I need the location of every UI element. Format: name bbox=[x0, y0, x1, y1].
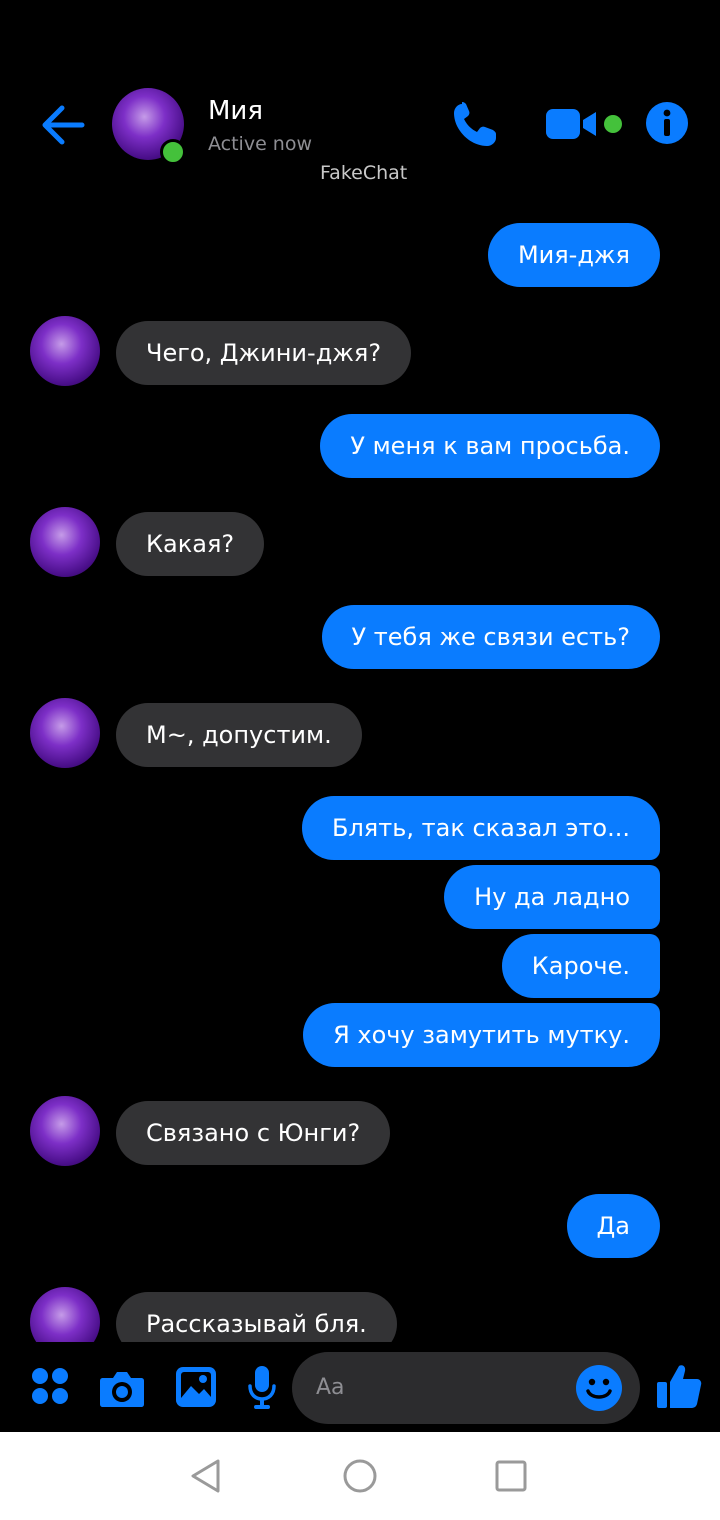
microphone-icon[interactable] bbox=[246, 1364, 278, 1410]
message-input[interactable]: Aa bbox=[292, 1352, 640, 1424]
message-outgoing[interactable]: Блять, так сказал это... bbox=[302, 796, 660, 860]
message-outgoing[interactable]: Я хочу замутить мутку. bbox=[303, 1003, 660, 1067]
message-incoming[interactable]: Рассказывай бля. bbox=[116, 1292, 397, 1342]
message-outgoing[interactable]: Да bbox=[566, 1194, 660, 1258]
message-input-placeholder: Aa bbox=[316, 1375, 345, 1400]
watermark-text: FakeChat bbox=[320, 162, 408, 184]
thumbs-up-icon[interactable] bbox=[655, 1362, 703, 1410]
message-outgoing[interactable]: Ну да ладно bbox=[444, 865, 660, 929]
camera-icon[interactable] bbox=[99, 1368, 145, 1408]
nav-home-icon[interactable] bbox=[342, 1458, 378, 1494]
message-outgoing[interactable]: У меня к вам просьба. bbox=[320, 414, 660, 478]
sender-avatar bbox=[30, 316, 100, 386]
message-incoming[interactable]: М~, допустим. bbox=[116, 703, 362, 767]
video-active-dot bbox=[604, 115, 622, 133]
apps-icon[interactable] bbox=[30, 1366, 70, 1406]
message-list[interactable]: Мия-джя Чего, Джини-джя? У меня к вам пр… bbox=[0, 200, 720, 1342]
message-composer: Aa bbox=[0, 1342, 720, 1432]
phone-icon[interactable] bbox=[450, 100, 500, 150]
chat-header: Мия Active now FakeChat bbox=[0, 0, 720, 200]
sender-avatar bbox=[30, 507, 100, 577]
sender-avatar bbox=[30, 1287, 100, 1342]
contact-name[interactable]: Мия bbox=[208, 96, 263, 126]
message-outgoing[interactable]: Мия-джя bbox=[487, 223, 660, 287]
message-outgoing[interactable]: Кароче. bbox=[501, 934, 660, 998]
message-incoming[interactable]: Связано с Юнги? bbox=[116, 1101, 391, 1165]
back-arrow-icon[interactable] bbox=[38, 102, 88, 148]
sender-avatar bbox=[30, 1096, 100, 1166]
info-icon[interactable] bbox=[645, 101, 689, 145]
nav-recents-icon[interactable] bbox=[495, 1460, 527, 1492]
gallery-icon[interactable] bbox=[175, 1366, 217, 1408]
sender-avatar bbox=[30, 698, 100, 768]
online-indicator bbox=[160, 139, 186, 165]
message-outgoing[interactable]: У тебя же связи есть? bbox=[321, 605, 660, 669]
system-navigation-bar bbox=[0, 1432, 720, 1520]
emoji-icon[interactable] bbox=[575, 1364, 623, 1412]
nav-back-icon[interactable] bbox=[188, 1458, 224, 1494]
message-incoming[interactable]: Какая? bbox=[116, 512, 265, 576]
video-camera-icon[interactable] bbox=[544, 106, 600, 142]
message-incoming[interactable]: Чего, Джини-джя? bbox=[116, 321, 412, 385]
contact-status: Active now bbox=[208, 133, 313, 155]
